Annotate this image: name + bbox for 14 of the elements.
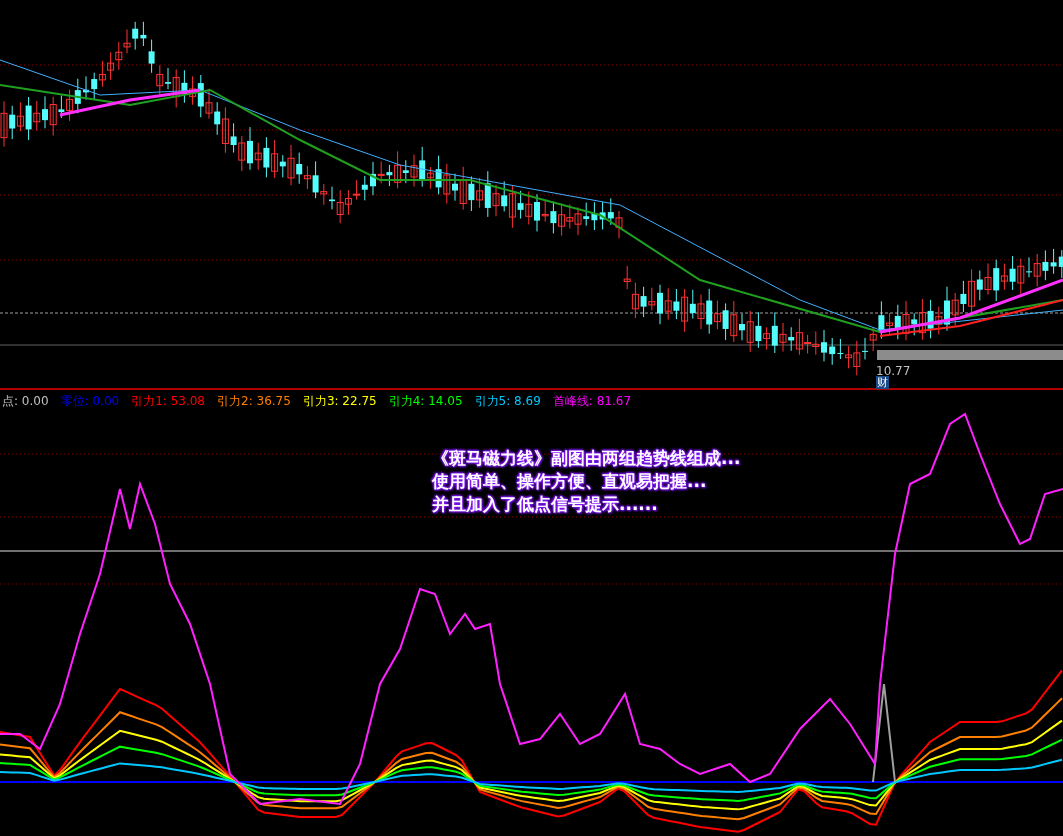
caption-text: 使用简单、操作方便、直观易把握...: [432, 471, 708, 492]
legend-value: 零位: 0.00: [60, 392, 120, 410]
legend-value: 引力1: 53.08: [131, 392, 205, 410]
legend-value: 引力2: 36.75: [217, 392, 291, 410]
caption-text: 并且加入了低点信号提示......: [432, 494, 659, 515]
price-label: 10.77: [876, 364, 911, 378]
legend-value: 引力5: 8.69: [474, 392, 541, 410]
legend-value: 首峰线: 81.67: [552, 392, 632, 410]
legend-value: 点: 0.00: [2, 392, 49, 410]
legend-value: 引力3: 22.75: [302, 392, 377, 410]
legend-value: 引力4: 14.05: [388, 392, 463, 410]
caption-text: 《斑马磁力线》副图由两组趋势线组成...: [432, 448, 741, 469]
candlestick: [83, 75, 89, 101]
finance-badge[interactable]: 财: [876, 376, 889, 389]
